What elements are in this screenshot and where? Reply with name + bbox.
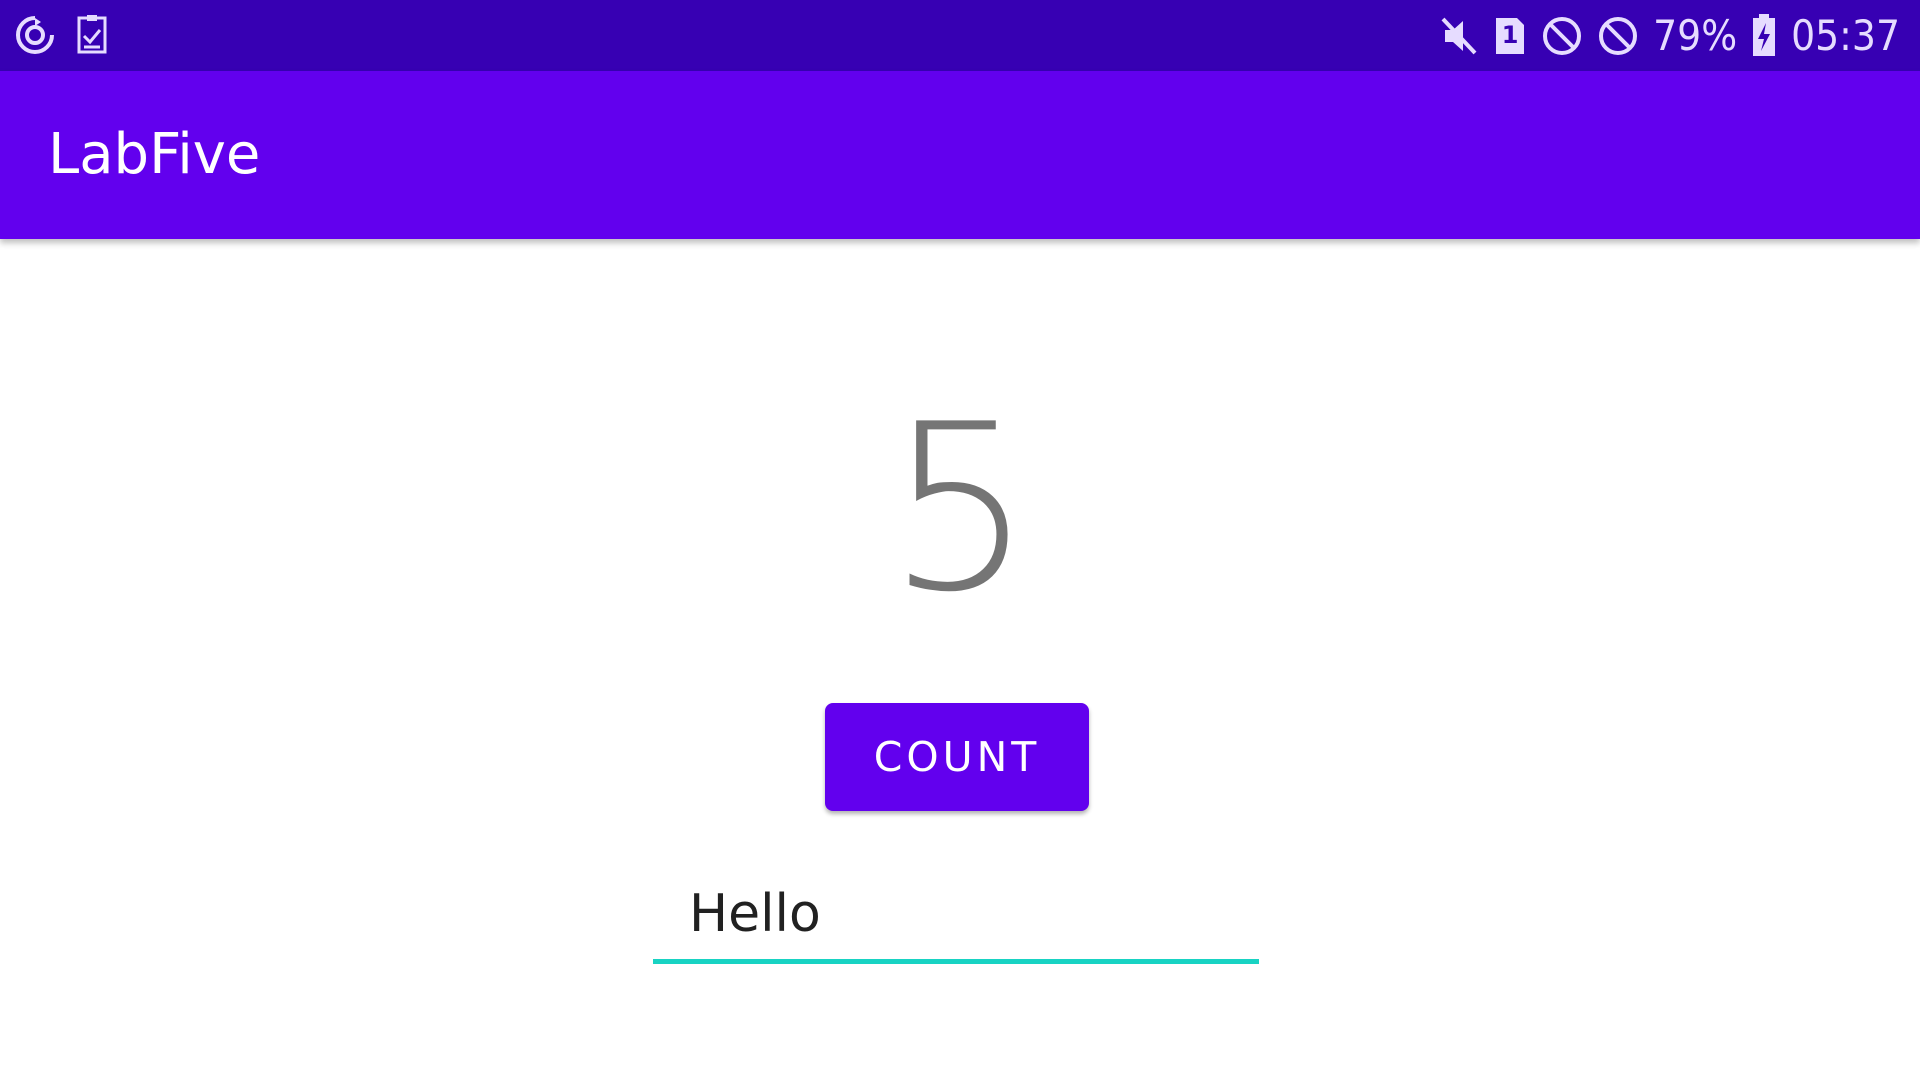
count-button[interactable]: COUNT <box>825 703 1089 811</box>
battery-charging-icon <box>1751 14 1777 58</box>
mute-icon <box>1439 15 1479 57</box>
text-input-value[interactable]: Hello <box>689 880 821 948</box>
app-title: LabFive <box>48 122 261 187</box>
sim-card-icon: 1 <box>1493 16 1527 56</box>
sync-icon <box>14 14 56 56</box>
text-input-underline <box>653 959 1259 964</box>
blocked-icon <box>1597 15 1639 57</box>
status-right-icons: 1 79% 05:37 <box>1439 12 1900 60</box>
clock: 05:37 <box>1791 11 1900 60</box>
task-checklist-icon <box>74 14 110 56</box>
sim-slot-number: 1 <box>1501 21 1519 49</box>
text-input-field[interactable]: Hello <box>653 880 1259 964</box>
do-not-disturb-icon <box>1541 15 1583 57</box>
status-left-icons <box>14 14 110 56</box>
count-display: 5 <box>886 376 1034 643</box>
status-bar: 1 79% 05:37 <box>0 0 1920 71</box>
battery-percent: 79% <box>1653 11 1738 60</box>
app-bar: LabFive <box>0 71 1920 239</box>
